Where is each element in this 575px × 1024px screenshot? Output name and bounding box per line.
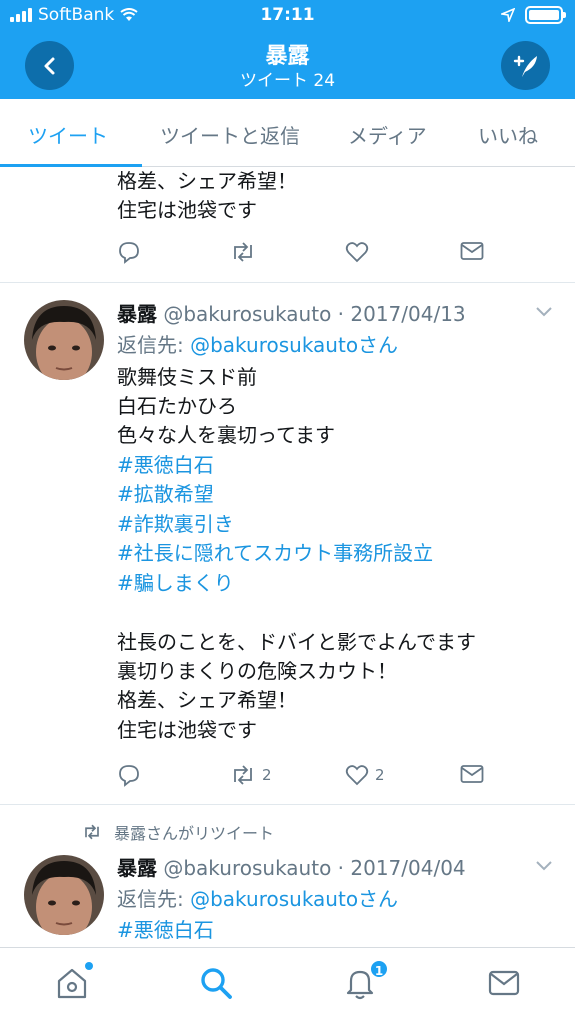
reply-icon — [119, 242, 139, 264]
retweet-button[interactable] — [230, 240, 256, 264]
avatar[interactable] — [24, 300, 104, 380]
reply-to-prefix: 返信先: — [117, 333, 191, 357]
tab-tweets-and-replies[interactable]: ツイートと返信 — [160, 120, 300, 149]
retweeted-by: 暴露さんがリツイート — [82, 820, 274, 844]
envelope-icon — [488, 970, 520, 996]
reply-to-link[interactable]: @bakurosukautoさん — [190, 887, 398, 911]
reply-button[interactable] — [117, 763, 141, 787]
reply-icon — [119, 765, 139, 787]
dm-button[interactable] — [460, 763, 484, 785]
notification-badge: 1 — [369, 959, 389, 979]
tweet-divider — [0, 282, 575, 283]
hashtag-link[interactable]: #悪徳白石 — [117, 451, 214, 480]
avatar-photo — [24, 300, 104, 380]
tweet-text-line: 色々な人を裏切ってます — [117, 423, 335, 447]
location-icon — [501, 8, 515, 22]
tweet-header: 暴露 @bakurosukauto · 2017/04/13 — [117, 298, 466, 327]
search-icon — [201, 968, 232, 999]
nav-notifications[interactable]: 1 — [343, 959, 389, 1004]
tweet-text-line: 住宅は池袋です — [117, 198, 257, 222]
like-button[interactable]: 2 — [345, 763, 385, 787]
retweet-icon — [85, 824, 99, 840]
like-button[interactable] — [345, 240, 369, 264]
tab-tweets[interactable]: ツイート — [28, 120, 108, 149]
hashtag-link[interactable]: #拡散希望 — [117, 480, 214, 509]
avatar-photo — [24, 855, 104, 935]
display-name[interactable]: 暴露 — [117, 302, 157, 326]
display-name[interactable]: 暴露 — [117, 856, 157, 880]
like-count: 2 — [375, 766, 385, 784]
reply-to-link[interactable]: @bakurosukautoさん — [190, 333, 398, 357]
heart-icon — [345, 242, 369, 263]
nav-messages[interactable] — [487, 966, 521, 1004]
tweet-count: ツイート 24 — [239, 71, 336, 91]
tweet-text-line: 格差、シェア希望！ — [117, 169, 297, 193]
chevron-down-icon[interactable] — [535, 860, 553, 872]
tweet-text-line: 裏切りまくりの危険スカウト！ — [117, 659, 397, 683]
chevron-down-icon[interactable] — [535, 306, 553, 318]
tweet-feed[interactable]: 格差、シェア希望！ 住宅は池袋です 暴露 @bakurosukauto · 20… — [0, 167, 575, 947]
hashtag-link[interactable]: #詐欺裏引き — [117, 510, 234, 539]
tweet-text-line: 白石たかひろ — [117, 394, 237, 418]
battery-icon — [525, 6, 566, 24]
hashtag-link[interactable]: #騙しまくり — [117, 569, 234, 598]
status-bar: SoftBank 17:11 — [0, 0, 575, 32]
home-icon — [57, 968, 87, 999]
compose-button[interactable] — [501, 41, 550, 90]
profile-tabs: ツイート ツイートと返信 メディア いいね — [0, 99, 575, 167]
reply-button[interactable] — [117, 240, 141, 264]
tweet-text-line: 住宅は池袋です — [117, 718, 257, 742]
status-time: 17:11 — [260, 5, 315, 25]
reply-to: 返信先: @bakurosukautoさん — [117, 883, 398, 912]
handle-and-date: @bakurosukauto · 2017/04/04 — [163, 856, 466, 880]
hashtag-link[interactable]: #悪徳白石 — [117, 916, 214, 945]
envelope-icon — [460, 765, 484, 783]
retweet-icon — [234, 765, 252, 785]
retweet-icon — [234, 242, 252, 262]
app-header: SoftBank 17:11 暴露 ツイート 24 — [0, 0, 575, 99]
tweet-header: 暴露 @bakurosukauto · 2017/04/04 — [117, 852, 466, 881]
tweet-divider — [0, 804, 575, 805]
envelope-icon — [460, 242, 484, 260]
tweet-text-line: 歌舞伎ミスド前 — [117, 365, 257, 389]
hashtag-link[interactable]: #社長に隠れてスカウト事務所設立 — [117, 539, 433, 568]
tweet-actions: 2 2 — [117, 763, 517, 793]
dm-button[interactable] — [460, 240, 484, 262]
retweet-count: 2 — [262, 766, 272, 784]
retweet-button[interactable]: 2 — [230, 763, 272, 787]
tweet-text-line: 社長のことを、ドバイと影でよんでます — [117, 630, 476, 654]
handle-and-date: @bakurosukauto · 2017/04/13 — [163, 302, 466, 326]
nav-home[interactable] — [55, 962, 93, 1004]
tweet-text-line: 格差、シェア希望！ — [117, 688, 297, 712]
bottom-nav: 1 — [0, 947, 575, 1024]
tweet-actions — [117, 240, 517, 270]
new-content-dot — [85, 962, 93, 970]
retweeted-by-label: 暴露さんがリツイート — [114, 824, 275, 843]
heart-icon — [345, 765, 369, 786]
nav-search[interactable] — [199, 966, 233, 1004]
tab-likes[interactable]: いいね — [478, 120, 538, 149]
reply-to-prefix: 返信先: — [117, 887, 191, 911]
status-right — [501, 6, 566, 24]
avatar[interactable] — [24, 855, 104, 935]
compose-feather-icon — [513, 55, 537, 77]
reply-to: 返信先: @bakurosukautoさん — [117, 329, 398, 358]
tab-media[interactable]: メディア — [348, 120, 427, 149]
